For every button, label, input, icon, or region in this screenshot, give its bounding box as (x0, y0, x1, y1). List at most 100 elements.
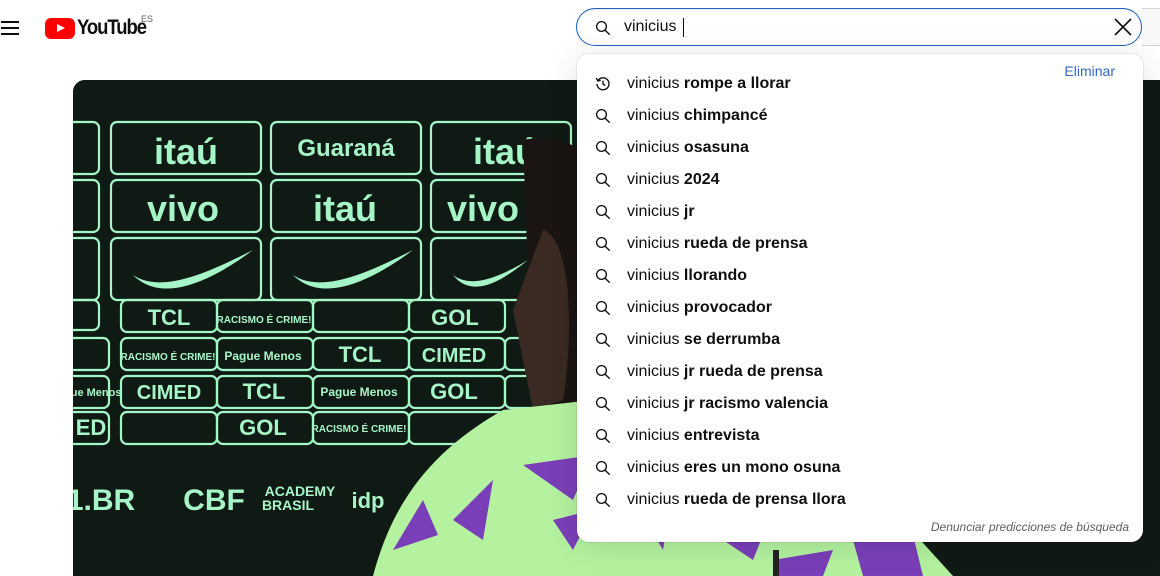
suggestion-text: vinicius llorando (627, 267, 747, 285)
search-icon (594, 139, 612, 157)
suggestion-completion: jr (683, 203, 695, 220)
youtube-logo[interactable]: YouTube (45, 14, 155, 42)
suggestion-completion: chimpancé (683, 107, 768, 124)
suggestion-completion: rueda de prensa llora (683, 491, 846, 508)
suggestion-text: vinicius chimpancé (627, 107, 768, 125)
board-pague-3: Pague Menos (320, 385, 398, 399)
suggestion-item[interactable]: vinicius jr racismo valencia (577, 388, 1143, 420)
suggestion-prefix: vinicius (627, 107, 680, 124)
bottom-brasil: BRASIL (262, 497, 315, 513)
suggestion-text: vinicius rueda de prensa llora (627, 491, 846, 509)
search-button[interactable] (1142, 8, 1160, 46)
suggestion-text: vinicius 2024 (627, 171, 720, 189)
search-icon (594, 395, 612, 413)
report-predictions-link[interactable]: Denunciar predicciones de búsqueda (931, 520, 1129, 534)
suggestion-text: vinicius se derrumba (627, 331, 780, 349)
board-gol-1: GOL (431, 305, 479, 330)
suggestion-prefix: vinicius (627, 267, 680, 284)
suggestion-completion: eres un mono osuna (683, 459, 841, 476)
suggestion-completion: se derrumba (683, 331, 780, 348)
search-icon (594, 427, 612, 445)
search-icon (594, 491, 612, 509)
search-icon (594, 203, 612, 221)
board-pague-1: Pague Menos (224, 349, 302, 363)
suggestion-item[interactable]: vinicius provocador (577, 292, 1143, 324)
bottom-idp: idp (352, 488, 385, 513)
suggestion-item[interactable]: vinicius 2024 (577, 164, 1143, 196)
suggestion-item[interactable]: vinicius osasuna (577, 132, 1143, 164)
search-icon (594, 107, 612, 125)
search-box[interactable] (576, 8, 1142, 46)
text-caret (683, 18, 684, 37)
suggestion-completion: osasuna (683, 139, 749, 156)
suggestion-text: vinicius jr rueda de prensa (627, 363, 823, 381)
suggestion-completion: provocador (683, 299, 772, 316)
suggestion-prefix: vinicius (627, 395, 680, 412)
country-code: ES (141, 14, 154, 24)
search-icon (594, 299, 612, 317)
suggestion-item[interactable]: vinicius jr (577, 196, 1143, 228)
suggestion-item[interactable]: vinicius rueda de prensa llora (577, 484, 1143, 516)
bottom-cbf: CBF (183, 484, 245, 517)
suggestion-prefix: vinicius (627, 427, 680, 444)
suggestion-prefix: vinicius (627, 75, 680, 92)
board-racismo-1: RACISMO É CRIME! (217, 313, 312, 326)
search-icon (594, 267, 612, 285)
board-cimed-2: CIMED (137, 382, 201, 404)
suggestion-completion: jr racismo valencia (683, 395, 829, 412)
suggestion-completion: 2024 (683, 171, 720, 188)
suggestion-prefix: vinicius (627, 235, 680, 252)
search-icon (594, 171, 612, 189)
board-guarana: Guaraná (297, 135, 395, 162)
suggestion-completion: rueda de prensa (683, 235, 808, 252)
board-tcl-2: TCL (339, 342, 382, 367)
board-itau-3: itaú (313, 188, 377, 229)
board-tcl-3: TCL (243, 379, 286, 404)
suggestion-completion: jr rueda de prensa (683, 363, 823, 380)
bottom-br: 1.BR (73, 484, 136, 517)
board-cimed-1: CIMED (422, 345, 486, 367)
history-icon (594, 75, 612, 93)
suggestion-text: vinicius jr racismo valencia (627, 395, 828, 413)
suggestion-text: vinicius rompe a llorar (627, 75, 791, 93)
suggestion-item[interactable]: vinicius jr rueda de prensa (577, 356, 1143, 388)
search-icon (594, 363, 612, 381)
suggestion-prefix: vinicius (627, 203, 680, 220)
board-tcl-1: TCL (148, 305, 191, 330)
suggestion-text: vinicius rueda de prensa (627, 235, 808, 253)
suggestion-completion: entrevista (683, 427, 760, 444)
suggestion-prefix: vinicius (627, 459, 680, 476)
suggestion-text: vinicius eres un mono osuna (627, 459, 840, 477)
search-icon (594, 331, 612, 349)
board-itau-1: itaú (154, 131, 218, 172)
search-input[interactable] (624, 15, 1084, 39)
suggestion-completion: rompe a llorar (683, 75, 791, 92)
suggestion-text: vinicius entrevista (627, 427, 760, 445)
suggestion-text: vinicius osasuna (627, 139, 749, 157)
board-gol-2: GOL (430, 379, 478, 404)
suggestion-text: vinicius provocador (627, 299, 772, 317)
search-suggestions-dropdown: Eliminar vinicius rompe a llorar vinicius… (577, 54, 1143, 542)
suggestion-text: vinicius jr (627, 203, 695, 221)
suggestion-completion: llorando (683, 267, 748, 284)
suggestion-item[interactable]: vinicius entrevista (577, 420, 1143, 452)
suggestion-item[interactable]: vinicius rueda de prensa (577, 228, 1143, 260)
suggestion-item[interactable]: vinicius rompe a llorar (577, 68, 1143, 100)
menu-icon[interactable] (0, 17, 22, 39)
suggestion-prefix: vinicius (627, 139, 680, 156)
board-racismo-2: RACISMO É CRIME! (121, 350, 216, 363)
suggestion-prefix: vinicius (627, 331, 680, 348)
youtube-play-icon (45, 17, 75, 39)
suggestion-item[interactable]: vinicius chimpancé (577, 100, 1143, 132)
suggestion-item[interactable]: vinicius eres un mono osuna (577, 452, 1143, 484)
suggestion-item[interactable]: vinicius llorando (577, 260, 1143, 292)
suggestion-prefix: vinicius (627, 491, 680, 508)
search-icon (595, 20, 611, 36)
search-icon (594, 459, 612, 477)
suggestion-prefix: vinicius (627, 299, 680, 316)
board-ed: ED (76, 415, 107, 440)
suggestion-item[interactable]: vinicius se derrumba (577, 324, 1143, 356)
suggestion-prefix: vinicius (627, 171, 680, 188)
board-racismo-3: RACISMO É CRIME! (312, 422, 407, 435)
clear-search-icon[interactable] (1111, 15, 1135, 39)
